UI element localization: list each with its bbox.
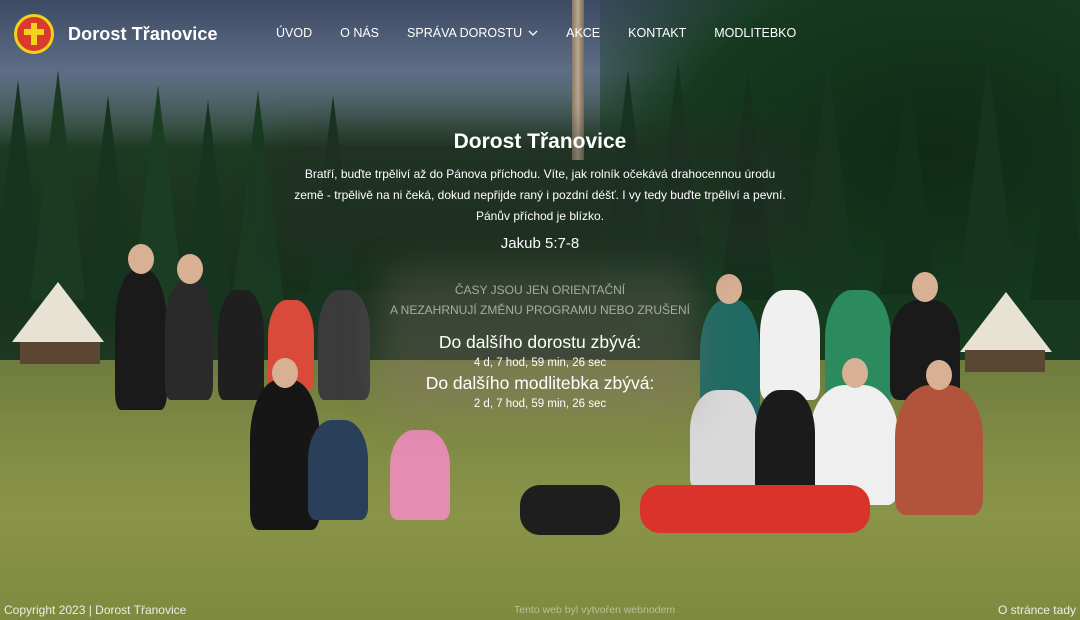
nav-sprava-dorostu[interactable]: SPRÁVA DOROSTU xyxy=(393,26,552,40)
person-head xyxy=(926,360,952,390)
person xyxy=(165,280,213,400)
hero-title: Dorost Třanovice xyxy=(453,130,627,153)
notice-line-1: ČASY JSOU JEN ORIENTAČNÍ xyxy=(454,283,626,297)
countdown-dorost-title: Do dalšího dorostu zbývá: xyxy=(438,332,642,352)
nav-modlitebko[interactable]: MODLITEBKO xyxy=(700,26,810,40)
person xyxy=(308,420,368,520)
person-head xyxy=(177,254,203,284)
tent-base xyxy=(965,350,1045,372)
hero-section: Dorost Třanovice Bratří, buďte trpěliví … xyxy=(280,130,800,252)
person xyxy=(115,270,167,410)
nav-uvod[interactable]: ÚVOD xyxy=(262,26,326,40)
brand-link[interactable]: Dorost Třanovice xyxy=(14,14,218,54)
person xyxy=(895,385,983,515)
footer-about-link[interactable]: O stránce tady xyxy=(998,603,1076,617)
tent-base xyxy=(20,342,100,364)
footer-webnode-link[interactable]: Tento web byl vytvořen webnodem xyxy=(514,604,675,616)
nav-sprava-dorostu-label: SPRÁVA DOROSTU xyxy=(407,26,523,40)
tree xyxy=(30,70,86,300)
person-head xyxy=(272,358,298,388)
tent-left xyxy=(12,282,104,342)
bible-verse: Bratří, buďte trpěliví až do Pánova příc… xyxy=(294,167,786,223)
tent-right xyxy=(960,292,1052,352)
person-lying xyxy=(520,485,620,535)
nav-o-nas[interactable]: O NÁS xyxy=(326,26,393,40)
footer-copyright: Copyright 2023 | Dorost Třanovice xyxy=(4,603,187,617)
countdown-modlitebko-value: 2 d, 7 hod, 59 min, 26 sec xyxy=(473,398,607,410)
main-navigation: ÚVOD O NÁS SPRÁVA DOROSTU AKCE KONTAKT M… xyxy=(262,26,810,40)
tree xyxy=(960,55,1016,285)
verse-reference: Jakub 5:7-8 xyxy=(500,235,580,252)
countdown-section: ČASY JSOU JEN ORIENTAČNÍ A NEZAHRNUJÍ ZM… xyxy=(360,280,720,410)
chevron-down-icon xyxy=(528,30,538,36)
person-head xyxy=(128,244,154,274)
tree xyxy=(1030,70,1080,300)
person xyxy=(218,290,264,400)
person-head xyxy=(912,272,938,302)
countdown-dorost-value: 4 d, 7 hod, 59 min, 26 sec xyxy=(473,357,607,369)
person xyxy=(760,290,820,400)
brand-name: Dorost Třanovice xyxy=(68,23,218,44)
notice-line-2: A NEZAHRNUJÍ ZMĚNU PROGRAMU NEBO ZRUŠENÍ xyxy=(389,303,691,317)
tree xyxy=(880,65,936,295)
cross-emblem-icon xyxy=(14,14,54,54)
person xyxy=(390,430,450,520)
footer: Copyright 2023 | Dorost Třanovice Tento … xyxy=(0,602,1080,620)
countdown-modlitebko-title: Do dalšího modlitebka zbývá: xyxy=(425,373,655,393)
nav-akce[interactable]: AKCE xyxy=(552,26,614,40)
person-head xyxy=(842,358,868,388)
person xyxy=(755,390,815,500)
person-lying xyxy=(640,485,870,533)
nav-kontakt[interactable]: KONTAKT xyxy=(614,26,700,40)
